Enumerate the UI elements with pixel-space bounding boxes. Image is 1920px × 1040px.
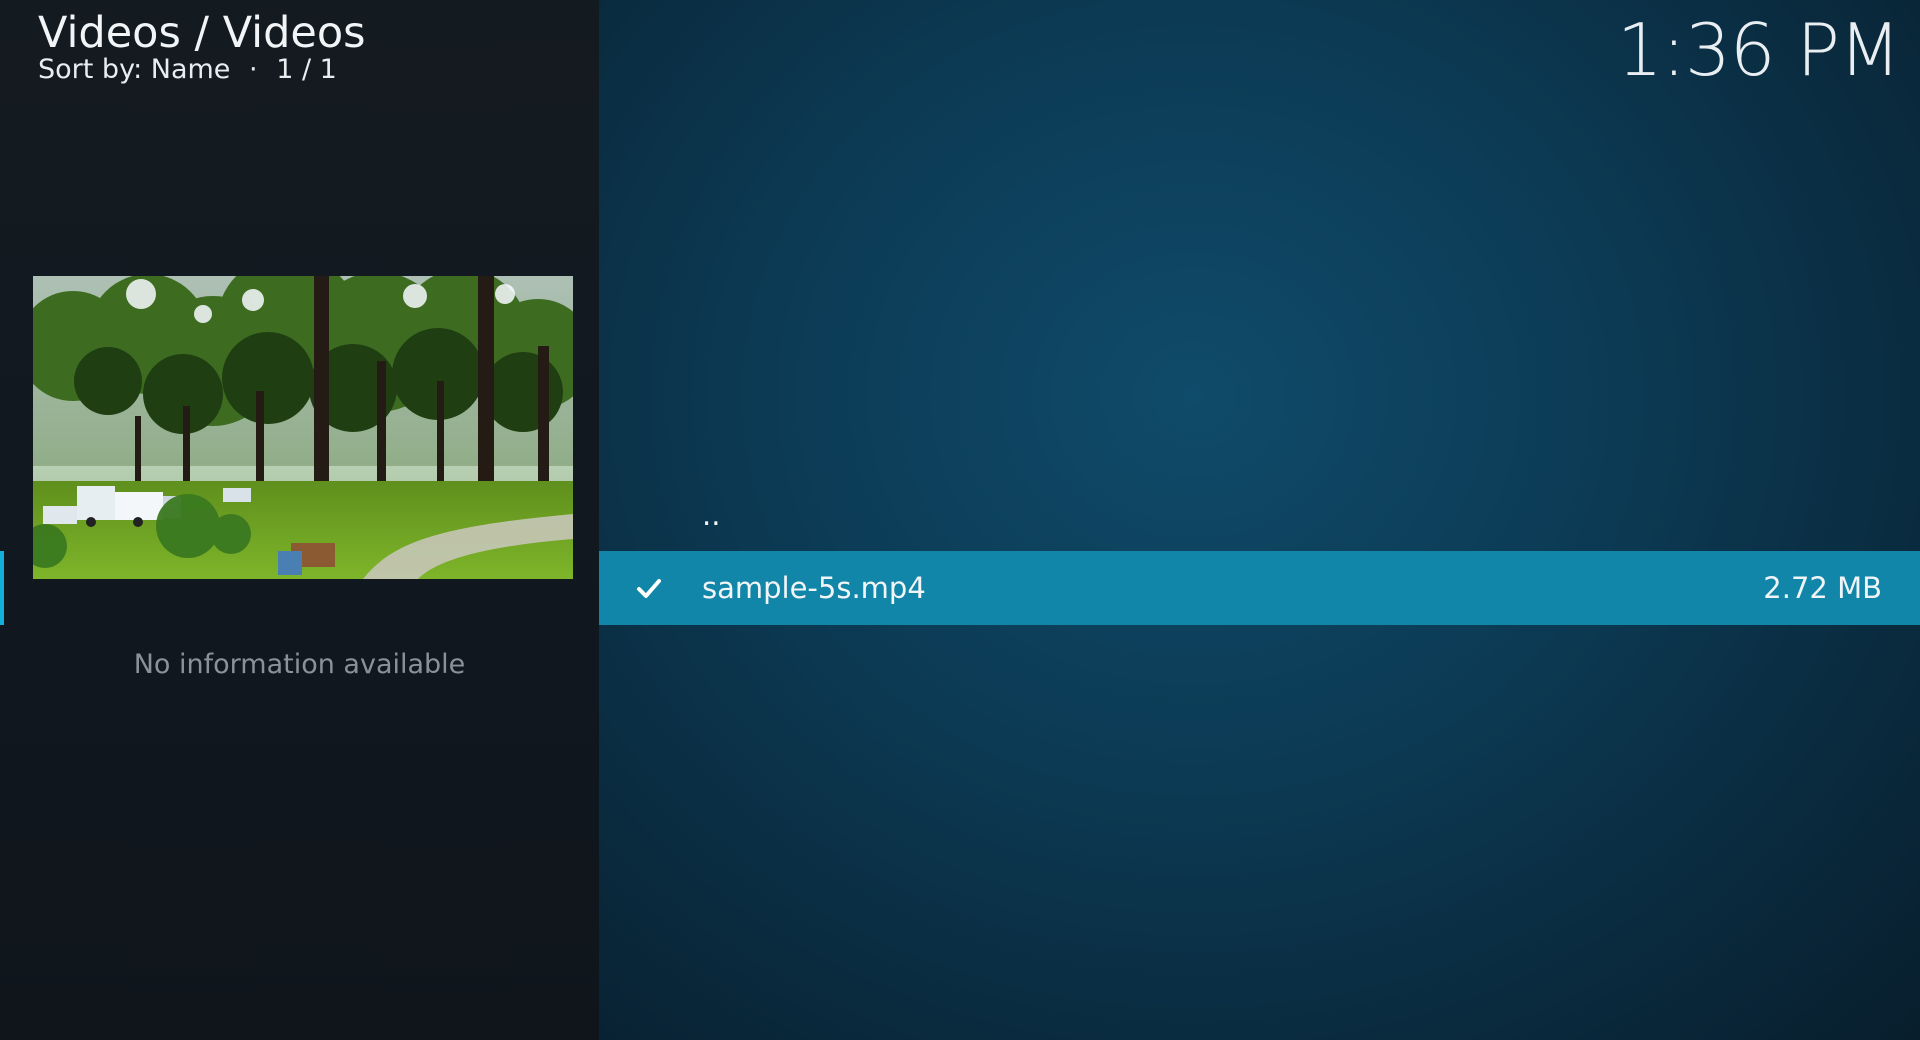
breadcrumb-title: Videos / Videos xyxy=(38,8,366,58)
check-icon xyxy=(637,579,661,598)
list-item-size: 2.72 MB xyxy=(1763,571,1882,605)
file-list: .. sample-5s.mp4 2.72 MB xyxy=(599,0,1920,1040)
no-info-text: No information available xyxy=(133,649,466,680)
video-thumbnail-trees-park xyxy=(33,276,573,579)
list-item-label: .. xyxy=(702,498,721,532)
page-count: 1 / 1 xyxy=(276,54,337,85)
kodi-video-browser: Videos / Videos Sort by: Name · 1 / 1 No… xyxy=(0,0,1920,1040)
video-thumbnail xyxy=(33,276,573,579)
list-item-label: sample-5s.mp4 xyxy=(702,571,926,605)
sort-info: Sort by: Name · 1 / 1 xyxy=(38,53,337,87)
focus-indicator xyxy=(0,551,4,625)
sort-label[interactable]: Sort by: Name xyxy=(38,54,230,85)
separator: · xyxy=(249,54,258,85)
info-panel: Videos / Videos Sort by: Name · 1 / 1 No… xyxy=(0,0,599,1040)
list-item-sample-video[interactable]: sample-5s.mp4 2.72 MB xyxy=(599,551,1920,625)
list-item-parent-folder[interactable]: .. xyxy=(599,478,1920,552)
